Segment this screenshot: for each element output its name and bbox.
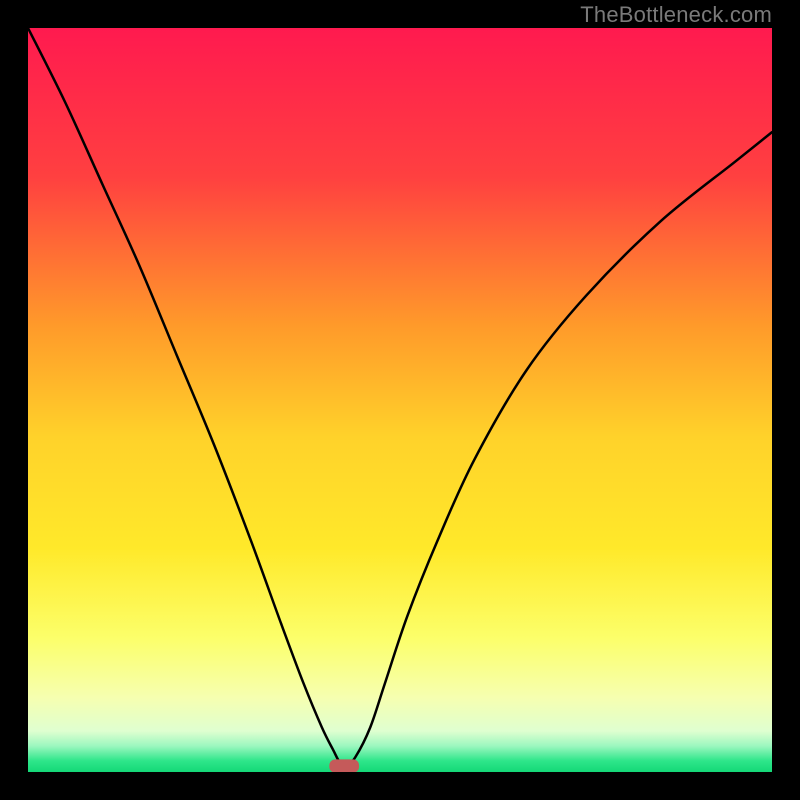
chart-svg — [28, 28, 772, 772]
plot-area — [28, 28, 772, 772]
watermark-text: TheBottleneck.com — [580, 2, 772, 28]
gradient-background — [28, 28, 772, 772]
minimum-marker — [329, 759, 359, 772]
chart-frame: TheBottleneck.com — [0, 0, 800, 800]
